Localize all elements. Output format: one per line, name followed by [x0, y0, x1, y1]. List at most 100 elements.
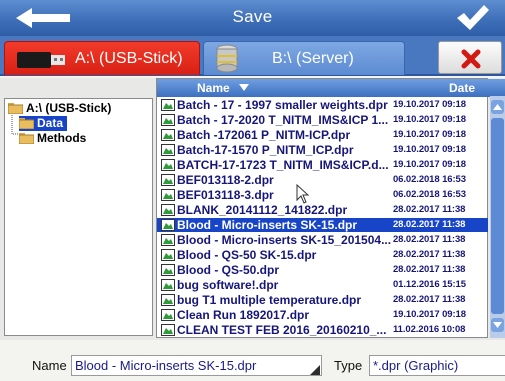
file-date: 11.02.2016 10:08 — [393, 324, 466, 335]
graphic-file-icon — [161, 249, 175, 261]
file-name: Clean Run 1892017.dpr — [177, 308, 310, 322]
file-name: Blood - Micro-inserts SK-15.dpr — [177, 218, 358, 232]
file-name: CLEAN TEST FEB 2016_20160210_... — [177, 323, 387, 337]
file-row[interactable]: Blood - Micro-inserts SK-15_201504... 28.… — [157, 233, 488, 247]
tree-item-label: A:\ (USB-Stick) — [26, 101, 112, 115]
server-database-icon — [214, 44, 240, 79]
file-name: Batch - 17 - 1997 smaller weights.dpr — [177, 98, 388, 112]
file-list[interactable]: Name Date Batch - 17 - 1997 smaller weig… — [156, 78, 505, 338]
file-date: 28.02.2017 11:38 — [393, 234, 466, 245]
graphic-file-icon — [161, 99, 175, 111]
graphic-file-icon — [161, 279, 175, 291]
file-name: Batch -172061 P_NITM-ICP.dpr — [177, 128, 351, 142]
file-row[interactable]: BEF013118-2.dpr 06.02.2018 16:53 — [157, 173, 488, 187]
column-header-name-label: Name — [197, 81, 230, 95]
file-date: 01.12.2016 15:15 — [393, 279, 466, 290]
file-row[interactable]: Batch - 17-2020 T_NITM_IMS&ICP 1... 19.10… — [157, 113, 488, 127]
file-row[interactable]: BLANK_20141112_141822.dpr 28.02.2017 11:3… — [157, 203, 488, 217]
file-date: 28.02.2017 11:38 — [393, 219, 466, 230]
type-label: Type — [334, 358, 363, 373]
graphic-file-icon — [161, 234, 175, 246]
file-date: 28.02.2017 11:38 — [393, 204, 466, 215]
graphic-file-icon — [161, 204, 175, 216]
file-name: Batch - 17-2020 T_NITM_IMS&ICP 1... — [177, 113, 389, 127]
drive-bar: A:\ (USB-Stick) B:\ (Server) — [0, 36, 505, 76]
scroll-down-button[interactable] — [491, 318, 504, 332]
file-date: 28.02.2017 11:38 — [393, 249, 466, 260]
folder-icon — [8, 103, 23, 114]
file-date: 19.10.2017 09:18 — [393, 144, 466, 155]
file-row[interactable]: bug software!.dpr 01.12.2016 15:15 — [157, 278, 488, 292]
file-date: 28.02.2017 11:38 — [393, 294, 466, 305]
tree-item-methods[interactable]: Methods — [19, 131, 86, 146]
file-date: 19.10.2017 09:18 — [393, 99, 466, 110]
chevron-up-icon — [493, 104, 502, 110]
content-area: A:\ (USB-Stick) Data Methods Name Date B… — [0, 78, 505, 340]
tree-item-label: Data — [37, 116, 64, 130]
file-date: 19.10.2017 09:18 — [393, 114, 466, 125]
title-bar: Save — [0, 0, 505, 36]
graphic-file-icon — [161, 219, 175, 231]
column-header-date[interactable]: Date — [449, 81, 475, 95]
usb-stick-icon — [17, 52, 69, 73]
chevron-down-icon — [493, 322, 502, 328]
graphic-file-icon — [161, 174, 175, 186]
scrollbar-thumb[interactable] — [491, 118, 504, 314]
file-row[interactable]: Batch-17-1570 P_NITM_ICP.dpr 19.10.2017 0… — [157, 143, 488, 157]
file-date: 06.02.2018 16:53 — [393, 174, 466, 185]
tree-item-drive-a[interactable]: A:\ (USB-Stick) — [8, 101, 111, 116]
file-name: BEF013118-3.dpr — [177, 188, 274, 202]
tab-drive-b[interactable]: B:\ (Server) — [203, 41, 405, 75]
file-row[interactable]: Clean Run 1892017.dpr 19.10.2017 09:18 — [157, 308, 488, 322]
graphic-file-icon — [161, 294, 175, 306]
file-date: 19.10.2017 09:18 — [393, 159, 466, 170]
file-name: BEF013118-2.dpr — [177, 173, 274, 187]
file-name: BATCH-17-1723 T_NITM_IMS&ICP.d... — [177, 158, 389, 172]
file-row[interactable]: Blood - Micro-inserts SK-15.dpr 28.02.201… — [157, 218, 488, 232]
tab-drive-a[interactable]: A:\ (USB-Stick) — [4, 41, 200, 75]
column-header-name[interactable]: Name — [197, 81, 250, 95]
graphic-file-icon — [161, 264, 175, 276]
cancel-button[interactable] — [438, 41, 502, 74]
vertical-scrollbar[interactable] — [490, 96, 505, 338]
file-row[interactable]: Blood - QS-50 SK-15.dpr 28.02.2017 11:38 — [157, 248, 488, 262]
file-name: Blood - Micro-inserts SK-15_201504... — [177, 233, 392, 247]
file-name: bug software!.dpr — [177, 278, 279, 292]
file-row[interactable]: CLEAN TEST FEB 2016_20160210_... 11.02.20… — [157, 323, 488, 337]
file-date: 06.02.2018 16:53 — [393, 189, 466, 200]
tab-drive-a-label: A:\ (USB-Stick) — [75, 50, 183, 67]
close-x-icon — [461, 49, 481, 69]
graphic-file-icon — [161, 129, 175, 141]
file-name: BLANK_20141112_141822.dpr — [177, 203, 348, 217]
graphic-file-icon — [161, 114, 175, 126]
file-date: 19.10.2017 09:18 — [393, 309, 466, 320]
file-row[interactable]: bug T1 multiple temperature.dpr 28.02.201… — [157, 293, 488, 307]
mouse-cursor-icon — [296, 184, 310, 204]
graphic-file-icon — [161, 159, 175, 171]
filename-input[interactable]: Blood - Micro-inserts SK-15.dpr — [71, 355, 322, 376]
resize-grip-icon — [310, 365, 320, 375]
folder-tree[interactable]: A:\ (USB-Stick) Data Methods — [4, 98, 153, 336]
file-date: 28.02.2017 11:38 — [393, 264, 466, 275]
file-row[interactable]: Batch -172061 P_NITM-ICP.dpr 19.10.2017 0… — [157, 128, 488, 142]
tree-item-data[interactable]: Data — [19, 116, 68, 131]
graphic-file-icon — [161, 324, 175, 336]
filetype-select[interactable]: *.dpr (Graphic) — [369, 355, 505, 376]
bottom-bar: Name Blood - Micro-inserts SK-15.dpr Typ… — [0, 340, 505, 381]
tree-item-label: Methods — [37, 131, 87, 145]
file-name: Blood - QS-50.dpr — [177, 263, 279, 277]
file-row[interactable]: BEF013118-3.dpr 06.02.2018 16:53 — [157, 188, 488, 202]
scroll-up-button[interactable] — [491, 100, 504, 114]
file-row[interactable]: BATCH-17-1723 T_NITM_IMS&ICP.d... 19.10.2… — [157, 158, 488, 172]
file-row[interactable]: Batch - 17 - 1997 smaller weights.dpr 19.… — [157, 98, 488, 112]
folder-icon — [19, 133, 34, 144]
folder-icon — [19, 118, 34, 129]
confirm-check-icon[interactable] — [455, 4, 491, 32]
tab-drive-b-label: B:\ (Server) — [272, 50, 354, 67]
window-title: Save — [232, 7, 273, 26]
file-list-header: Name Date — [157, 79, 505, 97]
file-name: bug T1 multiple temperature.dpr — [177, 293, 362, 307]
file-row[interactable]: Blood - QS-50.dpr 28.02.2017 11:38 — [157, 263, 488, 277]
file-date: 19.10.2017 09:18 — [393, 129, 466, 140]
name-label: Name — [32, 358, 67, 373]
